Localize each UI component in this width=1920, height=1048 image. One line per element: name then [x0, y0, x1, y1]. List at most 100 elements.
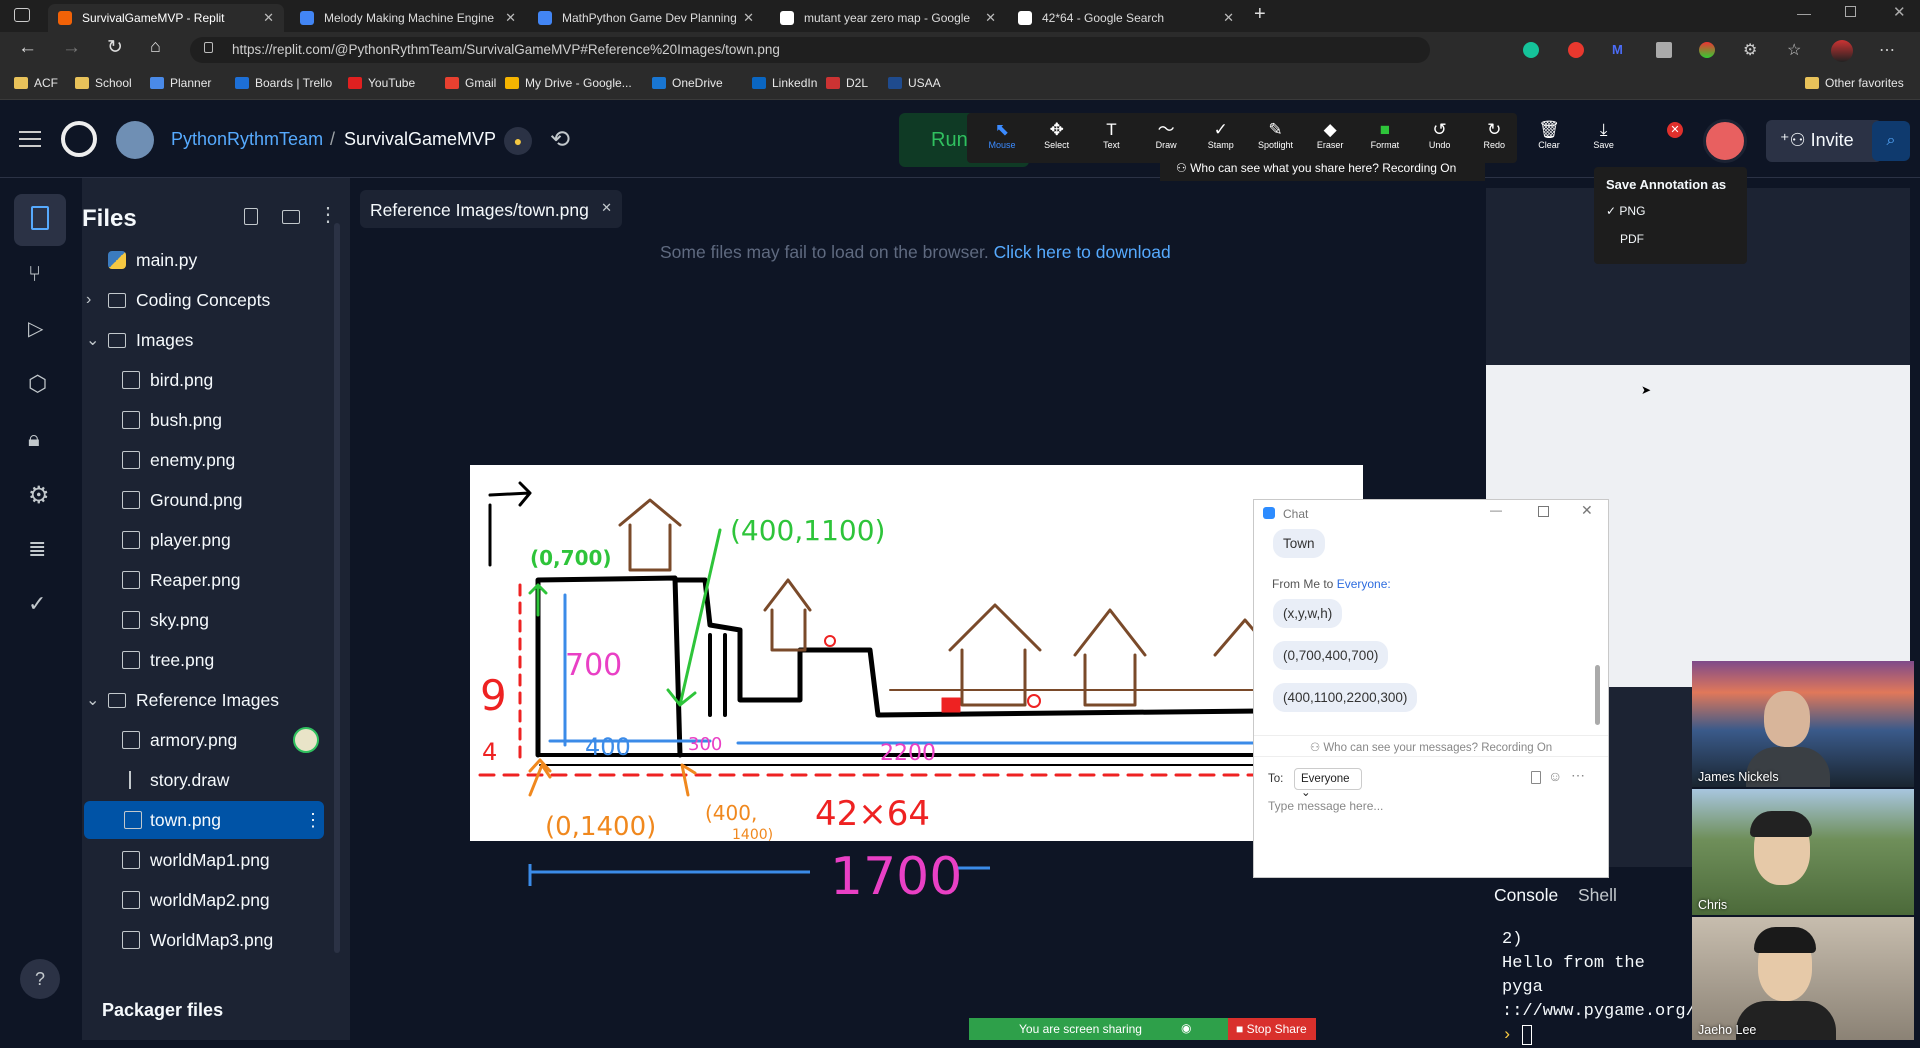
- tab-console[interactable]: Console: [1494, 885, 1558, 906]
- folder-item[interactable]: ⌄ Images: [82, 321, 350, 359]
- annotation-tool-save[interactable]: ⤓ Save: [1579, 120, 1629, 150]
- close-window-button[interactable]: ✕: [1893, 3, 1906, 21]
- editor-tab[interactable]: Reference Images/town.png ✕: [360, 190, 622, 228]
- packages-icon[interactable]: ⬡: [28, 371, 54, 397]
- file-item[interactable]: worldMap2.png: [82, 881, 350, 919]
- forward-icon[interactable]: →: [62, 37, 81, 59]
- file-item[interactable]: main.py: [82, 241, 350, 279]
- url-field[interactable]: https://replit.com/@PythonRythmTeam/Surv…: [190, 37, 1430, 63]
- file-more-icon[interactable]: ⋮: [304, 810, 322, 831]
- close-tab-icon[interactable]: ✕: [1223, 10, 1234, 26]
- hamburger-icon[interactable]: [19, 131, 41, 147]
- extension-colorful-icon[interactable]: [1699, 42, 1715, 58]
- file-item[interactable]: story.draw: [82, 761, 350, 799]
- collaborator-avatar[interactable]: [293, 727, 319, 753]
- browser-tab[interactable]: mutant year zero map - Google ✕: [770, 4, 1006, 32]
- adblock-icon[interactable]: [1568, 42, 1584, 58]
- download-link[interactable]: Click here to download: [994, 242, 1171, 262]
- close-tab-icon[interactable]: ✕: [601, 200, 612, 216]
- file-item[interactable]: tree.png: [82, 641, 350, 679]
- file-item[interactable]: bird.png: [82, 361, 350, 399]
- annotation-tool-format[interactable]: ■ Format: [1360, 120, 1410, 150]
- reload-icon[interactable]: ↻: [107, 36, 123, 59]
- file-item[interactable]: Ground.png: [82, 481, 350, 519]
- bookmark-item[interactable]: Gmail: [445, 76, 496, 90]
- annotation-tool-draw[interactable]: 〜 Draw: [1141, 120, 1191, 150]
- annotation-tool-select[interactable]: ✥ Select: [1032, 120, 1082, 150]
- new-file-icon[interactable]: [244, 208, 258, 225]
- chat-minimize[interactable]: —: [1490, 503, 1502, 517]
- repl-name[interactable]: SurvivalGameMVP: [344, 129, 496, 150]
- minimize-button[interactable]: —: [1797, 5, 1811, 21]
- new-folder-icon[interactable]: [282, 210, 300, 224]
- annotation-tool-redo[interactable]: ↻ Redo: [1469, 120, 1519, 150]
- settings-icon[interactable]: ⚙: [28, 481, 54, 509]
- user-avatar[interactable]: [1703, 119, 1747, 163]
- annotation-tool-text[interactable]: T Text: [1086, 120, 1136, 150]
- file-item[interactable]: worldMap1.png: [82, 841, 350, 879]
- browser-tab[interactable]: SurvivalGameMVP - Replit ✕: [48, 4, 284, 32]
- annotation-tool-mouse[interactable]: ⬉ Mouse: [977, 120, 1027, 150]
- favorites-icon[interactable]: ☆: [1787, 40, 1801, 60]
- close-tab-icon[interactable]: ✕: [985, 10, 996, 26]
- close-tab-icon[interactable]: ✕: [743, 10, 754, 26]
- console-output[interactable]: 2) Hello from the pyga :://www.pygame.or…: [1486, 922, 1706, 1045]
- extension-icon[interactable]: [1656, 42, 1672, 58]
- annotation-tool-eraser[interactable]: ◆ Eraser: [1305, 120, 1355, 150]
- restore-button[interactable]: [1845, 6, 1856, 17]
- tab-shell[interactable]: Shell: [1578, 885, 1617, 906]
- folder-item[interactable]: ⌄ Reference Images: [82, 681, 350, 719]
- chevron-right-icon[interactable]: ›: [86, 291, 91, 309]
- secrets-lock-icon[interactable]: 🔒︎: [28, 426, 54, 452]
- annotation-tool-spotlight[interactable]: ✎ Spotlight: [1251, 120, 1301, 150]
- team-name[interactable]: PythonRythmTeam: [171, 129, 323, 150]
- checkmark-icon[interactable]: ✓: [28, 591, 54, 617]
- debugger-icon[interactable]: ▷: [28, 316, 54, 342]
- extension-m-icon[interactable]: M: [1612, 42, 1628, 58]
- annotation-tool-clear[interactable]: 🗑 Clear: [1524, 120, 1574, 150]
- close-annotation-button[interactable]: ✕: [1667, 122, 1683, 138]
- puzzle-icon[interactable]: ⚙: [1743, 40, 1757, 60]
- file-attach-icon[interactable]: [1531, 771, 1541, 784]
- bookmark-item[interactable]: My Drive - Google...: [505, 76, 632, 90]
- other-favorites[interactable]: Other favorites: [1805, 76, 1904, 90]
- grammarly-icon[interactable]: [1523, 42, 1539, 58]
- profile-avatar[interactable]: [1831, 40, 1853, 62]
- chat-message-input[interactable]: Type message here...: [1268, 799, 1383, 813]
- chat-scrollbar[interactable]: [1595, 665, 1600, 725]
- tab-actions-icon[interactable]: [14, 8, 30, 22]
- files-nav-button[interactable]: [14, 194, 66, 246]
- file-item[interactable]: enemy.png: [82, 441, 350, 479]
- git-icon[interactable]: ⑂: [28, 261, 54, 287]
- chat-maximize[interactable]: [1538, 506, 1549, 517]
- home-icon[interactable]: ⌂: [150, 36, 161, 57]
- team-avatar[interactable]: [116, 121, 154, 159]
- chevron-down-icon[interactable]: ⌄: [86, 330, 99, 350]
- video-tile[interactable]: James Nickels: [1692, 661, 1914, 787]
- file-item[interactable]: bush.png: [82, 401, 350, 439]
- annotation-tool-undo[interactable]: ↺ Undo: [1415, 120, 1465, 150]
- file-item[interactable]: WorldMap3.png: [82, 921, 350, 959]
- bookmark-item[interactable]: USAA: [888, 76, 941, 90]
- history-icon[interactable]: ⟲: [550, 125, 570, 154]
- close-tab-icon[interactable]: ✕: [505, 10, 516, 26]
- browser-tab[interactable]: Melody Making Machine Engine ✕: [290, 4, 526, 32]
- emoji-icon[interactable]: ☺: [1548, 768, 1562, 784]
- replit-logo-icon[interactable]: [61, 121, 97, 157]
- database-icon[interactable]: ≣: [28, 536, 54, 562]
- file-item[interactable]: town.png ⋮: [84, 801, 324, 839]
- video-tile[interactable]: Chris: [1692, 789, 1914, 915]
- bookmark-item[interactable]: OneDrive: [652, 76, 723, 90]
- bookmark-item[interactable]: School: [75, 76, 132, 90]
- bookmark-item[interactable]: D2L: [826, 76, 868, 90]
- bookmark-item[interactable]: LinkedIn: [752, 76, 817, 90]
- browser-tab[interactable]: 42*64 - Google Search ✕: [1008, 4, 1244, 32]
- help-button[interactable]: ?: [20, 959, 60, 999]
- video-tile[interactable]: Jaeho Lee: [1692, 917, 1914, 1040]
- recipient-select[interactable]: Everyone ⌄: [1294, 768, 1362, 799]
- chat-more-icon[interactable]: ⋯: [1571, 767, 1585, 784]
- browser-tab[interactable]: MathPython Game Dev Planning ✕: [528, 4, 764, 32]
- scrollbar[interactable]: [334, 223, 340, 953]
- packager-files-heading[interactable]: Packager files: [102, 1000, 223, 1021]
- chat-close[interactable]: ✕: [1581, 502, 1593, 519]
